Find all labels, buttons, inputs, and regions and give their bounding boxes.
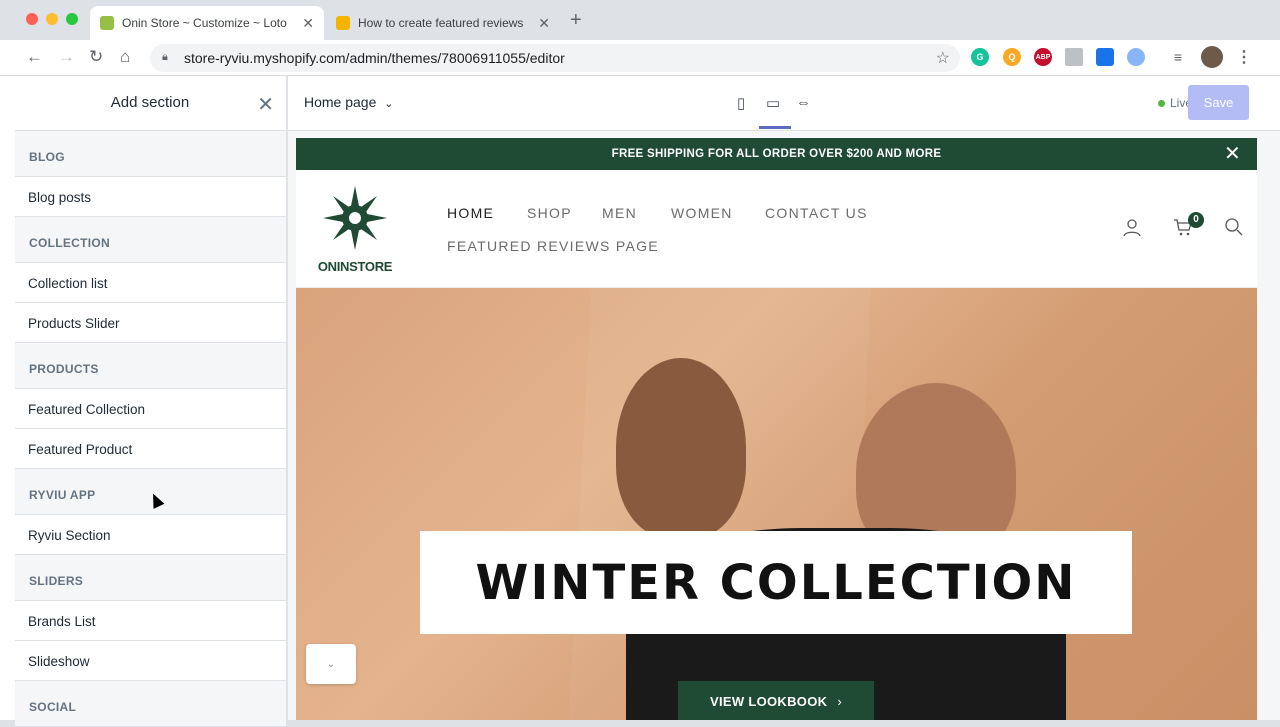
desktop-view-icon[interactable]: ▭ [766, 94, 780, 112]
sidebar-title: Add section [110, 94, 190, 111]
window-edge [0, 76, 15, 720]
section-item-slideshow[interactable]: Slideshow [15, 641, 286, 681]
add-section-sidebar: Add section ✕ BLOG Blog posts COLLECTION… [15, 76, 287, 727]
new-tab-button[interactable]: + [570, 9, 582, 32]
adblock-icon[interactable]: ABP [1034, 48, 1052, 66]
lock-icon: 🔒︎ [162, 51, 168, 63]
logo-text: ONINSTORE [317, 259, 393, 274]
browser-tab-bar: Onin Store ~ Customize ~ Loto ✕ How to c… [0, 0, 1280, 40]
browser-tab-active[interactable]: Onin Store ~ Customize ~ Loto ✕ [90, 6, 324, 40]
category-sliders: SLIDERS [15, 555, 286, 601]
section-item-ryviu-section[interactable]: Ryviu Section [15, 515, 286, 555]
tab-title: How to create featured reviews [358, 16, 524, 30]
url-text: store-ryviu.myshopify.com/admin/themes/7… [184, 50, 565, 66]
chevron-down-icon: ⌄ [326, 658, 336, 670]
category-products: PRODUCTS [15, 343, 286, 389]
section-item-products-slider[interactable]: Products Slider [15, 303, 286, 343]
chrome-menu-icon[interactable]: ⋮ [1235, 48, 1253, 66]
live-dot-icon [1157, 99, 1165, 107]
view-lookbook-label: VIEW LOOKBOOK [710, 693, 828, 709]
section-item-brands-list[interactable]: Brands List [15, 601, 286, 641]
extension-q-icon[interactable]: Q [1003, 48, 1021, 66]
store-frame: FREE SHIPPING FOR ALL ORDER OVER $200 AN… [296, 138, 1257, 720]
active-device-indicator [759, 126, 791, 129]
nav-shop[interactable]: SHOP [527, 205, 572, 221]
page-select-value: Home page [304, 94, 377, 110]
hero-title-box: WINTER COLLECTION [420, 531, 1132, 634]
close-icon[interactable]: ✕ [257, 92, 274, 117]
section-item-featured-collection[interactable]: Featured Collection [15, 389, 286, 429]
category-collection: COLLECTION [15, 217, 286, 263]
store-header: ONINSTORE HOME SHOP MEN WOMEN CONTACT US… [296, 170, 1257, 288]
forward-icon[interactable]: → [58, 47, 75, 67]
sun-logo-icon [323, 186, 387, 250]
media-control-icon[interactable]: ≡ [1169, 48, 1187, 66]
section-item-featured-product[interactable]: Featured Product [15, 429, 286, 469]
shopify-icon [100, 16, 114, 30]
tab-title: Onin Store ~ Customize ~ Loto [122, 16, 287, 30]
view-lookbook-button[interactable]: VIEW LOOKBOOK › [678, 681, 874, 720]
minimize-window-button[interactable] [46, 13, 58, 25]
category-social: SOCIAL [15, 681, 286, 727]
extension-blue-icon[interactable] [1096, 48, 1114, 66]
search-icon[interactable] [1224, 217, 1244, 242]
hero-image-girl [616, 358, 746, 538]
close-tab-icon[interactable]: ✕ [302, 15, 314, 32]
page-select[interactable]: Home page ⌄ [304, 94, 394, 110]
nav-men[interactable]: MEN [602, 205, 637, 221]
reload-icon[interactable]: ↻ [89, 47, 103, 67]
nav-women[interactable]: WOMEN [671, 205, 733, 221]
chevron-right-icon: › [837, 693, 842, 709]
editor-topbar: Home page ⌄ ▯ ▭ ⇔ Live Save [288, 76, 1280, 131]
ryviu-icon [336, 16, 350, 30]
address-toolbar: ← → ↻ ⌂ 🔒︎ store-ryviu.myshopify.com/adm… [0, 40, 1280, 76]
profile-avatar[interactable] [1201, 46, 1223, 68]
hero-slideshow: WINTER COLLECTION VIEW LOOKBOOK › ⌄ [296, 288, 1257, 720]
theme-preview: FREE SHIPPING FOR ALL ORDER OVER $200 AN… [288, 131, 1280, 720]
back-icon[interactable]: ← [26, 47, 43, 67]
nav-contact-us[interactable]: CONTACT US [765, 205, 868, 221]
extension-person-icon[interactable] [1127, 48, 1145, 66]
category-blog: BLOG [15, 131, 286, 177]
store-logo[interactable]: ONINSTORE [312, 184, 398, 274]
bookmark-star-icon[interactable]: ☆ [936, 48, 950, 68]
cart-count-badge: 0 [1188, 212, 1204, 228]
maximize-window-button[interactable] [66, 13, 78, 25]
save-button[interactable]: Save [1188, 85, 1249, 120]
nav-featured-reviews-page[interactable]: FEATURED REVIEWS PAGE [447, 238, 659, 254]
section-item-blog-posts[interactable]: Blog posts [15, 177, 286, 217]
grammarly-icon[interactable]: G [971, 48, 989, 66]
slide-selector-dropdown[interactable]: ⌄ [306, 644, 356, 684]
chevron-down-icon: ⌄ [384, 98, 394, 110]
extension-icon[interactable] [1065, 48, 1083, 66]
close-tab-icon[interactable]: ✕ [538, 15, 550, 32]
mobile-view-icon[interactable]: ▯ [737, 94, 745, 112]
url-bar[interactable]: 🔒︎ store-ryviu.myshopify.com/admin/theme… [150, 44, 960, 72]
close-announcement-icon[interactable]: ✕ [1224, 138, 1241, 170]
fullscreen-view-icon[interactable]: ⇔ [796, 94, 811, 111]
announcement-text: FREE SHIPPING FOR ALL ORDER OVER $200 AN… [611, 148, 942, 160]
close-window-button[interactable] [26, 13, 38, 25]
live-status: Live [1157, 96, 1192, 110]
announcement-bar: FREE SHIPPING FOR ALL ORDER OVER $200 AN… [296, 138, 1257, 170]
nav-home[interactable]: HOME [447, 205, 494, 221]
hero-title: WINTER COLLECTION [475, 554, 1077, 611]
section-item-collection-list[interactable]: Collection list [15, 263, 286, 303]
browser-tab[interactable]: How to create featured reviews ✕ [326, 6, 560, 40]
category-ryviu-app: RYVIU APP [15, 469, 286, 515]
sidebar-header: Add section ✕ [15, 76, 286, 131]
account-icon[interactable] [1122, 217, 1142, 242]
home-icon[interactable]: ⌂ [120, 47, 130, 67]
